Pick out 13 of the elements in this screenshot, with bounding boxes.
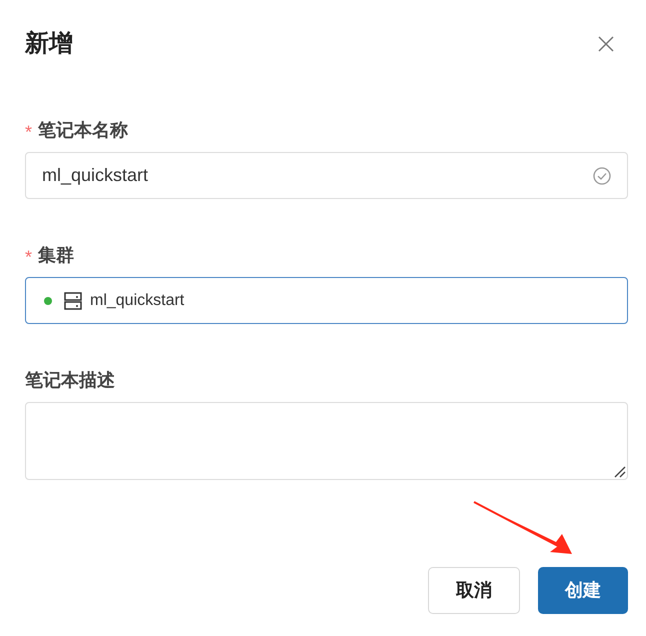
required-mark: * bbox=[25, 123, 32, 141]
cancel-button[interactable]: 取消 bbox=[428, 567, 520, 614]
create-button[interactable]: 创建 bbox=[538, 567, 628, 614]
server-icon bbox=[64, 292, 82, 310]
dialog-title: 新增 bbox=[25, 32, 73, 56]
cluster-select[interactable]: ml_quickstart bbox=[25, 277, 628, 324]
name-input-field[interactable]: ml_quickstart bbox=[25, 152, 628, 199]
required-mark: * bbox=[25, 248, 32, 266]
field-label: 笔记本名称 bbox=[38, 118, 128, 142]
field-label: 笔记本描述 bbox=[25, 368, 115, 392]
close-icon[interactable] bbox=[597, 35, 615, 53]
resize-handle-icon[interactable] bbox=[614, 466, 626, 478]
field-label: 集群 bbox=[38, 244, 74, 266]
